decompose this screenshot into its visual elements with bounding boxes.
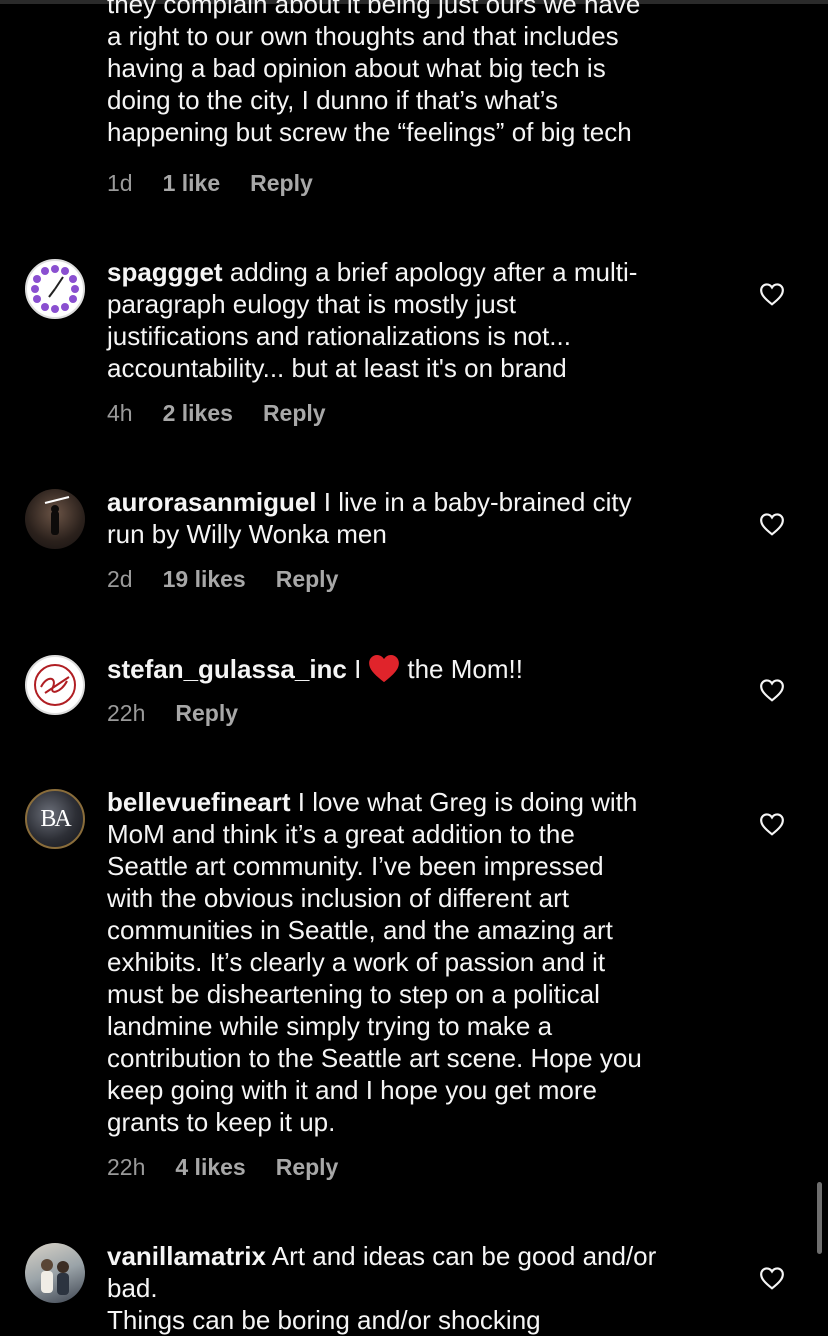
comment-text: aurorasanmiguel I live in a baby-brained… — [107, 486, 722, 550]
comment-username[interactable]: spaggget — [107, 257, 223, 287]
avatar[interactable] — [25, 1243, 85, 1303]
reply-button[interactable]: Reply — [175, 700, 238, 727]
comment-username[interactable]: vanillamatrix — [107, 1241, 266, 1271]
people-photo-icon — [41, 1259, 69, 1295]
scrollbar[interactable] — [817, 1182, 822, 1254]
reply-button[interactable]: Reply — [263, 400, 326, 427]
comment-time: 22h — [107, 700, 146, 726]
figure-photo-icon — [44, 496, 70, 535]
comment-meta: 22h 4 likes Reply — [107, 1154, 368, 1181]
comment-meta: 2d 19 likes Reply — [107, 566, 368, 593]
avatar[interactable] — [25, 489, 85, 549]
heart-outline-icon[interactable] — [759, 678, 785, 702]
reply-button[interactable]: Reply — [276, 1154, 339, 1181]
heart-outline-icon[interactable] — [759, 512, 785, 536]
comment-text: stefan_gulassa_inc Ithe Mom!! — [107, 652, 722, 685]
comment-text: spaggget adding a brief apology after a … — [107, 256, 722, 384]
comment-time: 4h — [107, 400, 133, 426]
likes-count-button[interactable]: 2 likes — [163, 400, 233, 427]
comment-text: vanillamatrix Art and ideas can be good … — [107, 1240, 722, 1336]
avatar[interactable] — [25, 259, 85, 319]
avatar[interactable]: BA — [25, 789, 85, 849]
avatar[interactable] — [25, 655, 85, 715]
comment-time: 1d — [107, 170, 133, 196]
comment-body: the Mom!! — [407, 654, 523, 684]
heart-outline-icon[interactable] — [759, 282, 785, 306]
clock-avatar-icon — [29, 263, 81, 315]
heart-outline-icon[interactable] — [759, 1266, 785, 1290]
likes-count-button[interactable]: 1 like — [163, 170, 221, 197]
comment-meta: 1d 1 like Reply — [107, 170, 343, 197]
comment-username[interactable]: stefan_gulassa_inc — [107, 654, 347, 684]
likes-count-button[interactable]: 19 likes — [163, 566, 246, 593]
comment-text: bellevuefineart I love what Greg is doin… — [107, 786, 722, 1138]
reply-button[interactable]: Reply — [276, 566, 339, 593]
comment-meta: 4h 2 likes Reply — [107, 400, 356, 427]
red-heart-emoji-icon — [369, 654, 400, 683]
reply-button[interactable]: Reply — [250, 170, 313, 197]
likes-count-button[interactable]: 4 likes — [175, 1154, 245, 1181]
comment-time: 22h — [107, 1154, 146, 1180]
signature-logo-icon — [34, 664, 76, 706]
comment-username[interactable]: bellevuefineart — [107, 787, 291, 817]
comment-time: 2d — [107, 566, 133, 592]
comment-text: they complain about it being just ours w… — [107, 0, 641, 147]
comment-username[interactable]: aurorasanmiguel — [107, 487, 317, 517]
heart-outline-icon[interactable] — [759, 812, 785, 836]
comment-meta: 22h Reply — [107, 700, 268, 727]
avatar-monogram: BA — [40, 805, 71, 832]
comment-body: I — [354, 654, 362, 684]
comment-body: I love what Greg is doing with MoM and t… — [107, 787, 642, 1137]
